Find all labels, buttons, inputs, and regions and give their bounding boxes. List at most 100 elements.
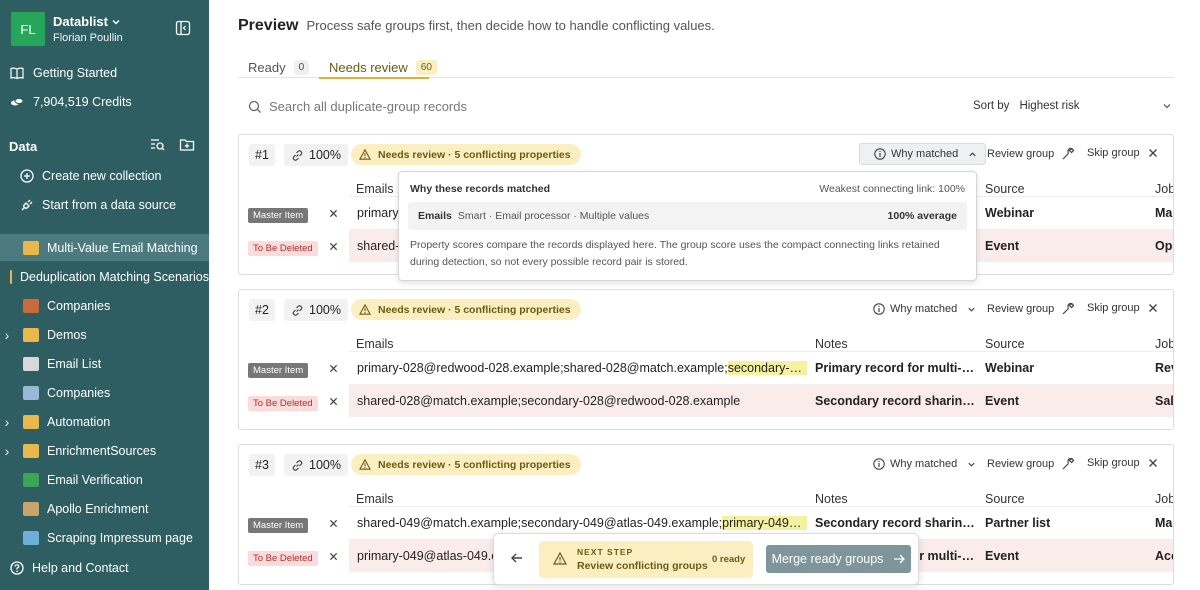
search-input[interactable]: Search all duplicate-group records	[248, 99, 467, 114]
close-icon	[329, 209, 338, 218]
merge-ready-groups-button[interactable]: Merge ready groups	[766, 545, 911, 573]
sidebar-item-collection[interactable]: Multi-Value Email Matching	[0, 234, 209, 261]
close-icon	[329, 364, 338, 373]
status-badge: Needs review · 5 conflicting properties	[351, 299, 581, 320]
close-icon	[329, 552, 338, 561]
arrow-left-icon[interactable]	[510, 551, 524, 565]
check-box-icon	[23, 472, 39, 487]
data-source-button[interactable]: Start from a data source	[0, 193, 209, 217]
astronaut-icon	[23, 501, 39, 516]
why-matched-button[interactable]: Why matched	[859, 143, 987, 165]
collection-label: Automation	[47, 414, 111, 429]
collection-label: Email Verification	[47, 472, 143, 487]
review-label: Review group	[987, 458, 1055, 470]
cell-notes: Secondary record sharing one email	[815, 516, 979, 530]
column-header-source: Source	[985, 182, 1025, 196]
collection-label: Scraping Impressum page	[47, 530, 193, 545]
book-icon	[10, 67, 24, 80]
review-group-button[interactable]: Review group	[987, 457, 1075, 471]
sidebar-toggle-icon[interactable]	[175, 20, 191, 36]
chevron-right-icon[interactable]: ›	[0, 443, 14, 459]
highlighted-email: primary-049@atlas-049.example	[722, 516, 807, 530]
column-header-job: Job title	[1155, 337, 1174, 351]
skip-group-button[interactable]: Skip group	[1087, 147, 1158, 159]
sidebar-item-collection[interactable]: Apollo Enrichment	[0, 495, 209, 522]
group-score: 100%	[284, 454, 348, 476]
chevron-right-icon[interactable]: ›	[0, 327, 14, 343]
active-tab-indicator	[319, 77, 429, 79]
search-icon	[248, 100, 261, 113]
remove-from-group-button[interactable]	[329, 364, 338, 376]
search-list-icon[interactable]	[150, 137, 165, 152]
sidebar-item-collection[interactable]: › Automation	[0, 408, 209, 435]
sidebar-item-collection[interactable]: Email Verification	[0, 466, 209, 493]
remove-from-group-button[interactable]	[329, 397, 338, 409]
skip-label: Skip group	[1087, 302, 1140, 314]
close-icon	[1148, 149, 1157, 157]
why-matched-button[interactable]: Why matched	[859, 453, 984, 475]
to-be-deleted-badge: To Be Deleted	[248, 551, 318, 566]
chevron-right-icon[interactable]: ›	[0, 414, 14, 430]
tab-count: 60	[415, 59, 437, 75]
new-folder-icon[interactable]	[179, 137, 195, 152]
tab-needs-review[interactable]: Needs review 60	[329, 56, 437, 78]
remove-from-group-button[interactable]	[329, 242, 338, 254]
avatar: FL	[11, 12, 45, 46]
next-step-label: NEXT STEP	[577, 547, 634, 557]
cell-job: Manager	[1155, 516, 1173, 530]
review-group-button[interactable]: Review group	[987, 302, 1075, 316]
sidebar-item-collection[interactable]: Companies	[0, 292, 209, 319]
sort-label: Sort by	[973, 100, 1010, 112]
column-header-notes: Notes	[815, 492, 848, 506]
create-collection-button[interactable]: Create new collection	[0, 164, 209, 188]
review-group-button[interactable]: Review group	[987, 147, 1075, 161]
table-row[interactable]: shared-028@match.example;secondary-028@r…	[349, 384, 1173, 417]
sidebar-item-collection[interactable]: Deduplication Matching Scenarios	[0, 263, 209, 290]
cell-source: Partner list	[985, 516, 1051, 530]
remove-from-group-button[interactable]	[329, 552, 338, 564]
folder-icon	[23, 443, 39, 458]
sidebar-item-collection[interactable]: › Demos	[0, 321, 209, 348]
why-matched-button[interactable]: Why matched	[859, 298, 984, 320]
user-name: Florian Poullin	[53, 32, 123, 44]
column-header-source: Source	[985, 492, 1025, 506]
link-icon	[292, 304, 303, 316]
wrench-icon	[1062, 302, 1075, 315]
cell-notes: Secondary record sharing one email	[815, 394, 979, 408]
cell-job: Manager	[1155, 206, 1173, 220]
skip-group-button[interactable]: Skip group	[1087, 457, 1158, 469]
to-be-deleted-badge: To Be Deleted	[248, 396, 318, 411]
help-contact-link[interactable]: Help and Contact	[10, 561, 129, 575]
coins-icon	[11, 98, 24, 106]
chevron-down-icon	[968, 307, 975, 312]
table-row[interactable]: primary-028@redwood-028.example;shared-0…	[349, 351, 1173, 384]
tab-count: 0	[293, 59, 310, 75]
sidebar-item-collection[interactable]: Email List	[0, 350, 209, 377]
remove-from-group-button[interactable]	[329, 519, 338, 531]
page-title: Preview	[238, 17, 299, 34]
skip-group-button[interactable]: Skip group	[1087, 302, 1158, 314]
nav-getting-started[interactable]: Getting Started	[0, 61, 209, 85]
action-label: Start from a data source	[42, 198, 177, 212]
email-values: shared-028@match.example;secondary-028@r…	[357, 394, 741, 408]
section-title: Data	[9, 139, 38, 154]
wrench-icon	[1062, 147, 1075, 160]
tab-label: Needs review	[329, 59, 408, 75]
close-icon	[1148, 459, 1157, 467]
badge-label: Needs review · 5 conflicting properties	[378, 148, 571, 161]
status-badge: Needs review · 5 conflicting properties	[351, 144, 581, 165]
remove-from-group-button[interactable]	[329, 209, 338, 221]
cell-source: Event	[985, 239, 1020, 253]
sort-select[interactable]: Sort by Highest risk	[973, 100, 1171, 112]
sidebar-item-collection[interactable]: › EnrichmentSources	[0, 437, 209, 464]
folder-icon	[23, 327, 39, 342]
sidebar-item-collection[interactable]: Scraping Impressum page	[0, 524, 209, 551]
collection-label: Deduplication Matching Scenarios	[20, 269, 209, 284]
tab-ready[interactable]: Ready 0	[248, 56, 310, 78]
action-label: Create new collection	[42, 169, 162, 183]
chevron-down-icon	[112, 19, 120, 24]
status-badge: Needs review · 5 conflicting properties	[351, 454, 581, 475]
sidebar-item-collection[interactable]: Companies	[0, 379, 209, 406]
account-switcher[interactable]: FL Datablist Florian Poullin	[11, 12, 123, 46]
nav-credits[interactable]: 7,904,519 Credits	[0, 90, 209, 114]
